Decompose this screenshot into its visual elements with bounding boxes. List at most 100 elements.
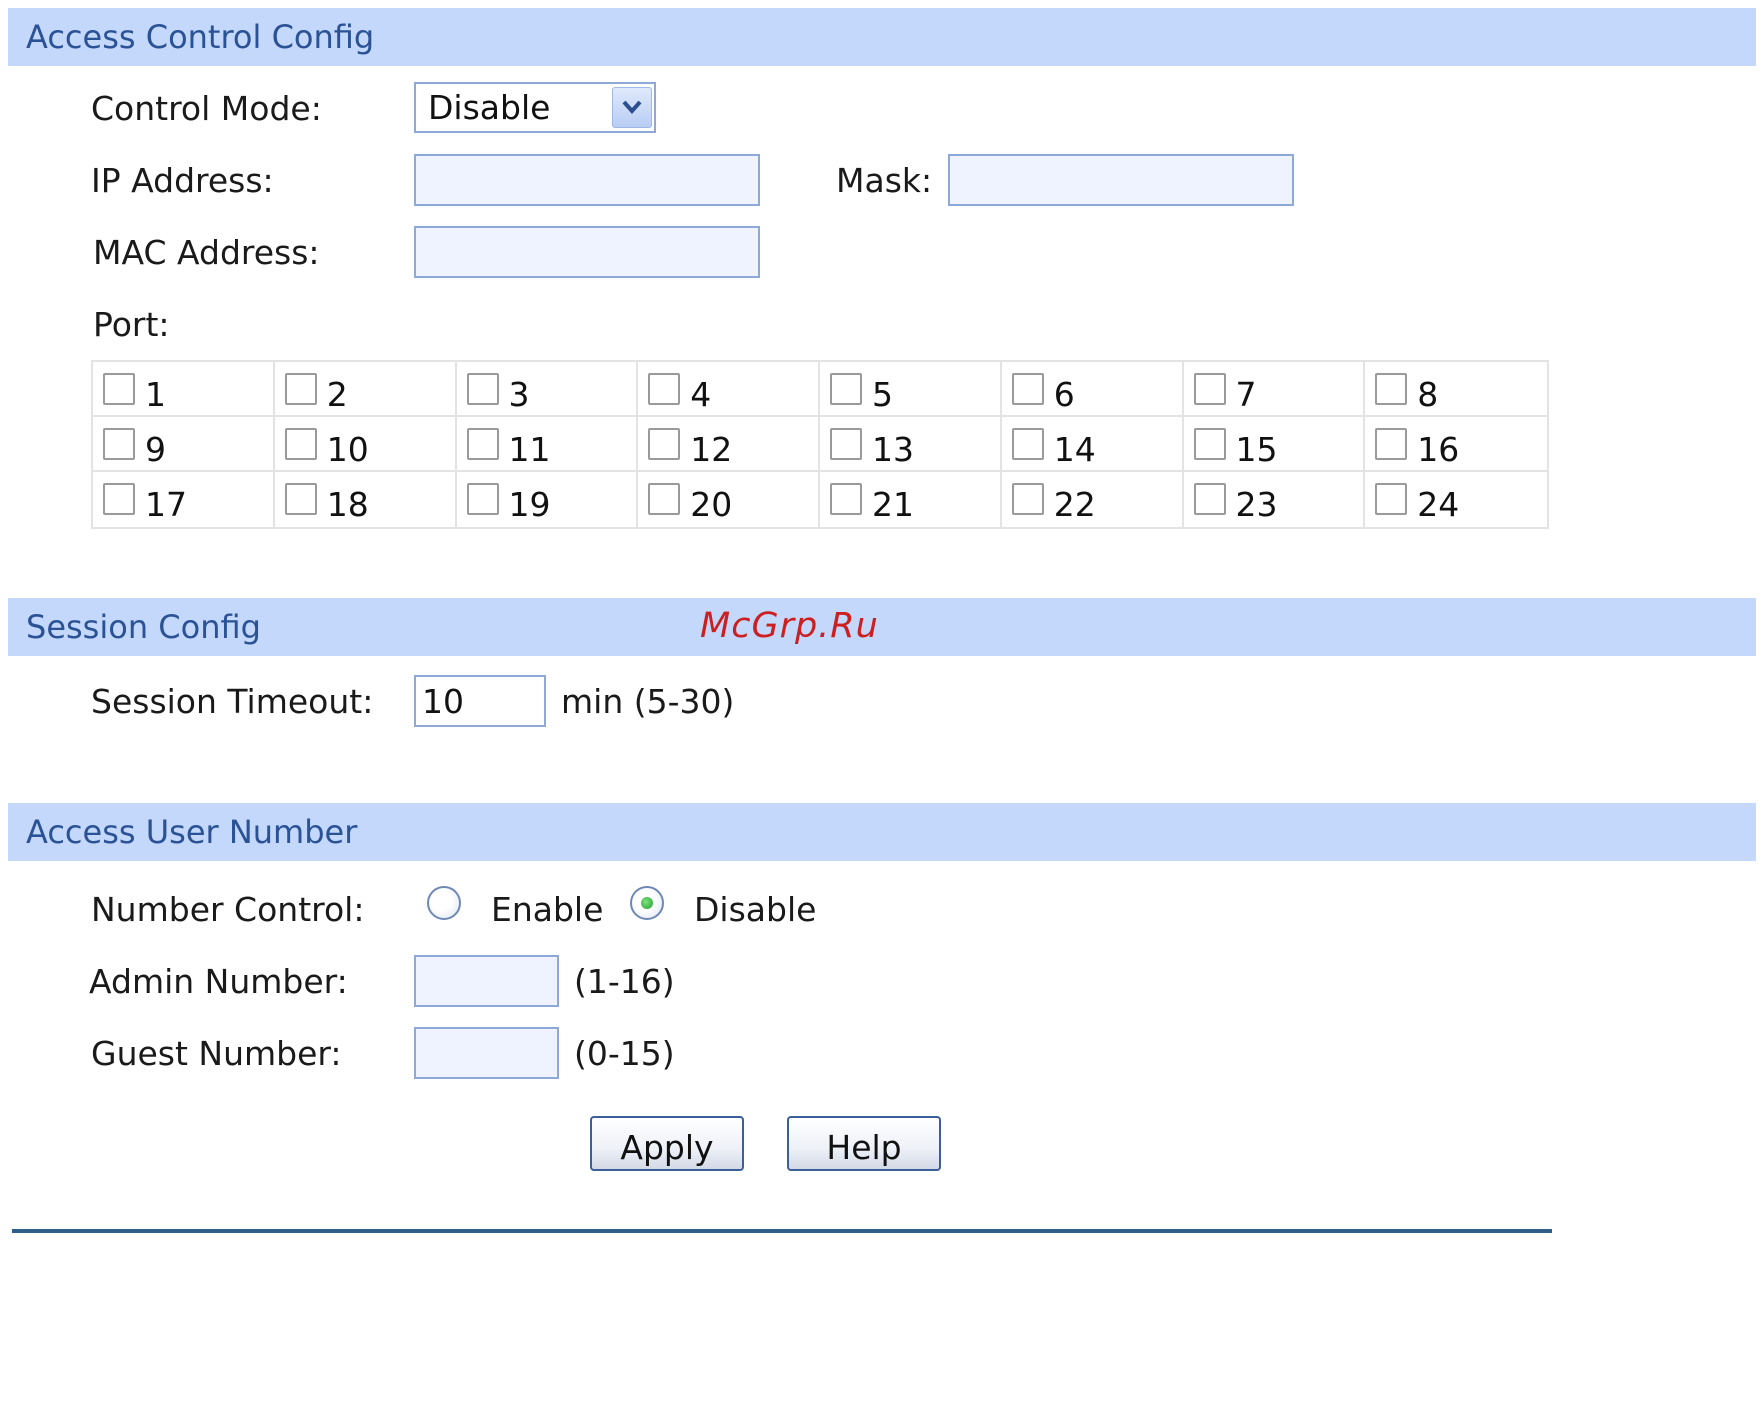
port-checkbox-label: 1 (145, 375, 166, 414)
port-checkbox[interactable] (1375, 428, 1408, 460)
port-checkbox[interactable] (1011, 373, 1044, 405)
port-checkbox-label: 24 (1417, 485, 1460, 524)
admin-number-label: Admin Number: (89, 962, 348, 1001)
mac-address-label: MAC Address: (93, 233, 320, 272)
port-checkbox-label: 16 (1417, 430, 1460, 469)
port-cell: 7 (1183, 362, 1366, 417)
port-cell: 12 (638, 417, 820, 472)
port-cell: 23 (1184, 472, 1366, 527)
port-checkbox-label: 13 (872, 430, 914, 469)
port-checkbox[interactable] (830, 428, 862, 460)
session-config-title: Session Config (26, 608, 261, 646)
port-checkbox-label: 11 (508, 430, 551, 469)
port-cell: 19 (457, 472, 639, 527)
enable-radio-label[interactable]: Enable (491, 890, 603, 929)
session-timeout-unit: min (5-30) (561, 682, 735, 721)
access-control-title: Access Control Config (26, 18, 375, 56)
port-checkbox-label: 8 (1417, 375, 1439, 414)
number-control-label: Number Control: (91, 890, 365, 929)
port-checkbox-label: 7 (1235, 375, 1257, 414)
port-checkbox-label: 10 (326, 430, 369, 469)
port-checkbox-label: 21 (872, 485, 914, 524)
watermark: McGrp.Ru (700, 606, 879, 646)
port-cell: 11 (456, 417, 639, 472)
port-checkbox[interactable] (648, 428, 681, 460)
disable-radio[interactable] (630, 886, 664, 920)
port-checkbox-label: 22 (1053, 485, 1096, 524)
disable-radio-label[interactable]: Disable (694, 890, 816, 929)
port-cell: 15 (1183, 417, 1366, 472)
port-cell: 18 (275, 472, 457, 527)
port-checkbox-label: 4 (690, 375, 712, 414)
session-timeout-label: Session Timeout: (91, 682, 374, 721)
port-cell: 22 (1002, 472, 1184, 527)
port-cell: 21 (820, 472, 1002, 527)
ip-address-input[interactable] (414, 154, 760, 206)
mac-address-input[interactable] (414, 226, 760, 278)
mask-label: Mask: (836, 161, 933, 200)
port-cell: 4 (638, 362, 820, 417)
port-checkbox-label: 20 (690, 485, 733, 524)
admin-number-range: (1-16) (574, 962, 675, 1001)
port-checkbox[interactable] (1011, 483, 1044, 515)
port-cell: 3 (456, 362, 639, 417)
port-checkbox[interactable] (830, 483, 862, 515)
port-checkbox[interactable] (1375, 373, 1408, 405)
control-mode-label: Control Mode: (91, 89, 322, 128)
guest-number-input[interactable] (414, 1027, 559, 1079)
session-timeout-input[interactable] (414, 675, 546, 727)
port-checkbox[interactable] (830, 373, 862, 405)
port-checkbox[interactable] (648, 373, 681, 405)
port-checkbox[interactable] (648, 483, 681, 515)
port-checkbox-label: 12 (690, 430, 733, 469)
chevron-down-icon[interactable] (612, 87, 652, 128)
port-label: Port: (93, 305, 170, 344)
port-checkbox-label: 18 (326, 485, 369, 524)
access-user-number-title: Access User Number (26, 813, 358, 851)
port-checkbox-label: 23 (1235, 485, 1278, 524)
port-checkbox[interactable] (1193, 483, 1226, 515)
port-checkbox[interactable] (284, 428, 317, 460)
port-checkbox[interactable] (1193, 428, 1226, 460)
port-checkbox-label: 6 (1053, 375, 1075, 414)
port-checkbox[interactable] (103, 373, 135, 405)
admin-number-input[interactable] (414, 955, 559, 1007)
port-cell: 1 (93, 362, 275, 417)
port-checkbox-label: 5 (872, 375, 893, 414)
access-user-number-header: Access User Number (8, 803, 1756, 861)
port-checkbox-label: 17 (145, 485, 187, 524)
port-checkbox[interactable] (284, 373, 317, 405)
port-checkbox-label: 9 (145, 430, 166, 469)
ip-address-label: IP Address: (91, 161, 274, 200)
port-checkbox[interactable] (284, 483, 317, 515)
port-checkbox[interactable] (466, 373, 499, 405)
port-cell: 8 (1365, 362, 1547, 417)
port-checkbox[interactable] (103, 428, 135, 460)
guest-number-label: Guest Number: (91, 1034, 342, 1073)
port-checkbox[interactable] (466, 428, 499, 460)
mask-input[interactable] (948, 154, 1294, 206)
port-cell: 16 (1365, 417, 1547, 472)
access-control-header: Access Control Config (8, 8, 1756, 66)
port-cell: 14 (1001, 417, 1184, 472)
port-cell: 17 (93, 472, 275, 527)
port-cell: 20 (638, 472, 820, 527)
port-checkbox[interactable] (103, 483, 135, 515)
port-checkbox[interactable] (1011, 428, 1044, 460)
control-mode-select[interactable]: Disable (414, 82, 656, 133)
enable-radio[interactable] (427, 886, 461, 920)
session-config-header: Session Config (8, 598, 1756, 656)
port-cell: 5 (820, 362, 1002, 417)
port-checkbox[interactable] (1193, 373, 1226, 405)
port-checkbox-label: 14 (1053, 430, 1096, 469)
port-cell: 13 (820, 417, 1002, 472)
radio-selected-dot (641, 897, 653, 909)
port-cell: 24 (1365, 472, 1547, 527)
port-checkbox[interactable] (466, 483, 499, 515)
port-cell: 9 (93, 417, 275, 472)
port-checkbox[interactable] (1375, 483, 1408, 515)
help-button[interactable]: Help (787, 1116, 941, 1171)
apply-button[interactable]: Apply (590, 1116, 744, 1171)
port-checkbox-label: 19 (508, 485, 551, 524)
port-checkbox-label: 3 (508, 375, 530, 414)
